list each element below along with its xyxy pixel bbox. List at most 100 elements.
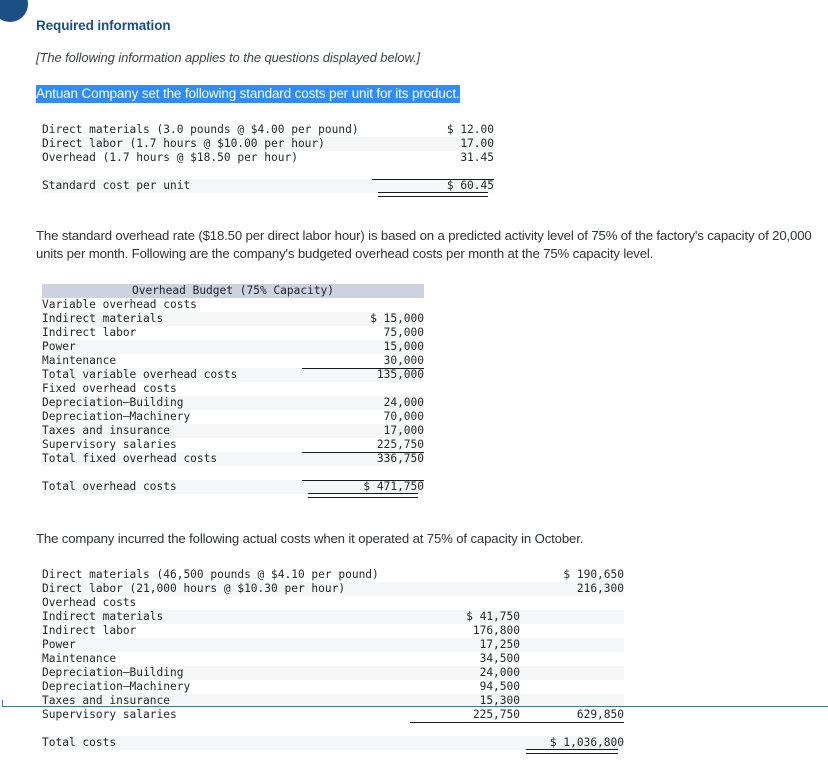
row-value-col2: $ 1,036,800 [520,736,624,750]
row-value: $ 15,000 [302,312,424,326]
applies-to-note: [The following information applies to th… [36,34,828,66]
row-label: Taxes and insurance [42,424,302,438]
table-header-label: Overhead Budget (75% Capacity) [42,284,424,298]
row-value-col1: 94,500 [410,680,520,694]
table-row: Direct materials (3.0 pounds @ $4.00 per… [42,123,494,137]
row-label: Overhead costs [42,596,410,610]
row-label: Supervisory salaries [42,438,302,452]
table-row: Depreciation—Building 24,000 [42,666,624,680]
row-value: 31.45 [372,151,494,165]
row-value-col2: $ 190,650 [520,568,624,582]
row-value-col1 [410,582,520,596]
spacer-row [42,165,494,179]
row-value: $ 471,750 [302,480,424,494]
row-label: Direct materials (3.0 pounds @ $4.00 per… [42,123,372,137]
row-label: Total costs [42,736,410,750]
table-row: Indirect labor 75,000 [42,326,424,340]
row-label: Fixed overhead costs [42,382,302,396]
row-value-col1 [410,736,520,750]
row-value: 135,000 [302,368,424,382]
table-row: Direct labor (1.7 hours @ $10.00 per hou… [42,137,494,151]
row-value [302,298,424,312]
row-value-col2: 216,300 [520,582,624,596]
bottom-divider-cap [2,700,3,707]
table-row: Direct labor (21,000 hours @ $10.30 per … [42,582,624,596]
table-row: Power 15,000 [42,340,424,354]
row-value-col1: 176,800 [410,624,520,638]
spacer-row [42,466,424,480]
row-value-col1: $ 41,750 [410,610,520,624]
row-label: Maintenance [42,652,410,666]
table-row: Maintenance 34,500 [42,652,624,666]
row-value: 75,000 [302,326,424,340]
row-value-col2 [520,638,624,652]
row-label: Variable overhead costs [42,298,302,312]
row-value-col2 [520,652,624,666]
overhead-rate-paragraph: The standard overhead rate ($18.50 per d… [36,207,828,262]
table-row: Depreciation—Machinery 70,000 [42,410,424,424]
row-label: Total overhead costs [42,480,302,494]
table-row: Fixed overhead costs [42,382,424,396]
page-title: Required information [36,0,828,34]
table-row: Taxes and insurance 17,000 [42,424,424,438]
row-value: $ 60.45 [372,179,494,193]
row-label: Indirect materials [42,312,302,326]
actual-costs-table: Direct materials (46,500 pounds @ $4.10 … [42,568,624,764]
bottom-divider [2,706,828,707]
table-row: Indirect labor 176,800 [42,624,624,638]
row-label: Depreciation—Machinery [42,680,410,694]
table-row-total: Standard cost per unit $ 60.45 [42,179,494,193]
row-label: Maintenance [42,354,302,368]
table-row: Direct materials (46,500 pounds @ $4.10 … [42,568,624,582]
row-label: Overhead (1.7 hours @ $18.50 per hour) [42,151,372,165]
row-value: 30,000 [302,354,424,368]
row-label: Indirect labor [42,624,410,638]
row-label: Indirect materials [42,610,410,624]
table-row-total: Total overhead costs $ 471,750 [42,480,424,494]
row-value-col1: 34,500 [410,652,520,666]
table-row: Depreciation—Building 24,000 [42,396,424,410]
row-label: Depreciation—Building [42,396,302,410]
highlighted-sentence[interactable]: Antuan Company set the following standar… [36,85,460,103]
row-label: Total fixed overhead costs [42,452,302,466]
row-value: $ 12.00 [372,123,494,137]
row-label: Indirect labor [42,326,302,340]
table-row-total: Total costs $ 1,036,800 [42,736,624,750]
actual-costs-paragraph: The company incurred the following actua… [36,508,828,548]
table-row: Maintenance 30,000 [42,354,424,368]
row-value-col2 [520,680,624,694]
row-value: 225,750 [302,438,424,452]
row-value: 17.00 [372,137,494,151]
standard-cost-table: Direct materials (3.0 pounds @ $4.00 per… [42,123,494,207]
row-value-col1: 24,000 [410,666,520,680]
table-row: Depreciation—Machinery 94,500 [42,680,624,694]
selected-sentence-container: Antuan Company set the following standar… [36,66,828,103]
row-value [302,382,424,396]
row-value: 15,000 [302,340,424,354]
row-value-col2 [520,666,624,680]
table-row: Variable overhead costs [42,298,424,312]
overhead-budget-table: Overhead Budget (75% Capacity) Variable … [42,284,424,508]
table-row-subtotal: Total variable overhead costs 135,000 [42,368,424,382]
table-row: Supervisory salaries 225,750 [42,438,424,452]
row-value-col1 [410,596,520,610]
row-value: 24,000 [302,396,424,410]
row-value-col1 [410,568,520,582]
row-label: Total variable overhead costs [42,368,302,382]
table-row: Indirect materials $ 41,750 [42,610,624,624]
page-root: Required information [The following info… [0,0,828,715]
spacer-row [42,722,624,736]
row-value: 70,000 [302,410,424,424]
row-label: Standard cost per unit [42,179,372,193]
row-label: Direct materials (46,500 pounds @ $4.10 … [42,568,410,582]
row-value-col2 [520,610,624,624]
table-row: Overhead costs [42,596,624,610]
table-row: Indirect materials $ 15,000 [42,312,424,326]
table-row: Power 17,250 [42,638,624,652]
row-label: Depreciation—Machinery [42,410,302,424]
row-value: 336,750 [302,452,424,466]
row-value-col1: 17,250 [410,638,520,652]
table-header-row: Overhead Budget (75% Capacity) [42,284,424,298]
row-label: Depreciation—Building [42,666,410,680]
content-column: Required information [The following info… [0,0,828,764]
